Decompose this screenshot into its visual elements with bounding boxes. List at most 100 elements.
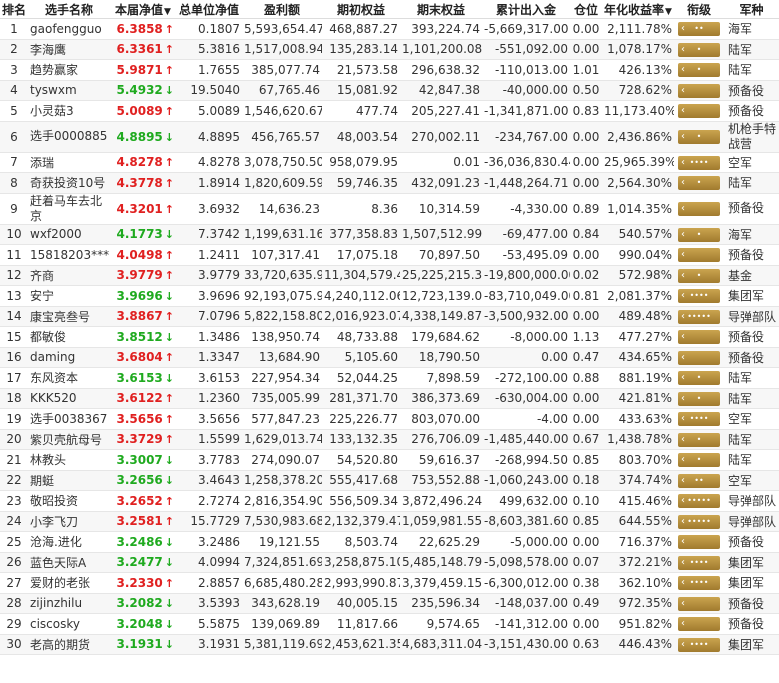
player-name-link[interactable]: 趋势赢家: [28, 59, 110, 81]
table-row[interactable]: 11 15818203*** 4.0498 ↑ 1.2411 107,317.41 17,0…: [0, 244, 779, 266]
table-row[interactable]: 26 蓝色天际A 3.2477 ↓ 4.0994 7,324,851.69 3,258,87…: [0, 552, 779, 573]
table-row[interactable]: 18 KKK520 3.6122 ↑ 1.2360 735,005.99 281,371.7…: [0, 388, 779, 409]
table-row[interactable]: 30 老高的期货 3.1931 ↓ 3.1931 5,381,119.69 2,453,62…: [0, 634, 779, 655]
table-row[interactable]: 21 林教头 3.3007 ↓ 3.7783 274,090.07 54,520.80 59,…: [0, 449, 779, 471]
player-name-link[interactable]: 选手0000885: [28, 121, 110, 153]
table-row[interactable]: 29 ciscosky 3.2048 ↓ 5.5875 139,069.89 11,817.…: [0, 613, 779, 635]
header-total-nav[interactable]: 总单位净值: [176, 0, 242, 19]
annual-return-cell: 25,965.39%: [602, 152, 674, 173]
player-name-link[interactable]: 15818203***: [28, 244, 110, 266]
table-row[interactable]: 24 小李飞刀 3.2581 ↑ 15.7729 7,530,983.68 2,132,37…: [0, 511, 779, 532]
player-name-link[interactable]: 康宝亮叁号: [28, 306, 110, 327]
table-row[interactable]: 19 选手0038367 3.5656 ↑ 3.5656 577,847.23 225,22…: [0, 408, 779, 430]
player-name-link[interactable]: 李海鹰: [28, 39, 110, 60]
nav-cell: 3.2330 ↑: [110, 572, 176, 594]
header-name[interactable]: 选手名称: [28, 0, 110, 19]
nav-value: 3.2581: [116, 514, 163, 529]
table-row[interactable]: 28 zijinzhilu 3.2082 ↓ 3.5393 343,628.19 40,00…: [0, 593, 779, 614]
player-name-link[interactable]: KKK520: [28, 388, 110, 409]
player-name-link[interactable]: wxf2000: [28, 224, 110, 245]
cum-flow-cell: -272,100.00: [482, 367, 570, 389]
profit-cell: 138,950.74: [242, 326, 322, 348]
total-nav-cell: 3.7783: [176, 449, 242, 471]
rank-badge-icon: [678, 83, 720, 98]
player-name-link[interactable]: 小李飞刀: [28, 511, 110, 532]
nav-cell: 3.3729 ↑: [110, 429, 176, 450]
rank-cell: 5: [0, 100, 28, 122]
player-name-link[interactable]: 小灵菇3: [28, 100, 110, 122]
profit-cell: 14,636.23: [242, 193, 322, 225]
profit-cell: 3,078,750.50: [242, 152, 322, 173]
table-row[interactable]: 7 添瑞 4.8278 ↑ 4.8278 3,078,750.50 958,079.95 0.…: [0, 152, 779, 173]
table-row[interactable]: 17 东风资本 3.6153 ↓ 3.6153 227,954.34 52,044.25 7,…: [0, 367, 779, 389]
table-row[interactable]: 23 敬昭投资 3.2652 ↑ 2.7274 2,816,354.90 556,509.3…: [0, 490, 779, 512]
player-name-link[interactable]: 东风资本: [28, 367, 110, 389]
rank-badge-cell: •••••: [674, 511, 724, 532]
position-cell: 0.00: [570, 152, 602, 173]
player-name-link[interactable]: 安宁: [28, 285, 110, 307]
table-row[interactable]: 5 小灵菇3 5.0089 ↑ 5.0089 1,546,620.67 477.74 205,…: [0, 100, 779, 122]
table-row[interactable]: 16 daming 3.6804 ↑ 1.3347 13,684.90 5,105.60 18…: [0, 347, 779, 368]
profit-cell: 227,954.34: [242, 367, 322, 389]
header-start-equity[interactable]: 期初权益: [322, 0, 400, 19]
table-row[interactable]: 1 gaofengguo 6.3858 ↑ 0.1807 5,593,654.47 468,…: [0, 18, 779, 40]
player-name-link[interactable]: ciscosky: [28, 613, 110, 635]
table-row[interactable]: 10 wxf2000 4.1773 ↓ 7.3742 1,199,631.16 377,35…: [0, 224, 779, 245]
table-row[interactable]: 14 康宝亮叁号 3.8867 ↑ 7.0796 5,822,158.80 2,016,92…: [0, 306, 779, 327]
table-row[interactable]: 25 沧海.进化 3.2486 ↓ 3.2486 19,121.55 8,503.74 22,…: [0, 531, 779, 553]
table-row[interactable]: 20 紫贝壳航母号 3.3729 ↑ 1.5599 1,629,013.74 133,132…: [0, 429, 779, 450]
table-row[interactable]: 6 选手0000885 4.8895 ↓ 4.8895 456,765.57 48,003.…: [0, 121, 779, 153]
rank-badge-cell: [674, 593, 724, 614]
rank-cell: 22: [0, 470, 28, 491]
player-name-link[interactable]: 选手0038367: [28, 408, 110, 430]
header-nav[interactable]: 本届净值▼: [110, 0, 176, 19]
player-name-link[interactable]: 期蜓: [28, 470, 110, 491]
player-name-link[interactable]: 老高的期货: [28, 634, 110, 655]
annual-return-cell: 1,438.78%: [602, 429, 674, 450]
header-position[interactable]: 仓位: [570, 0, 602, 19]
cum-flow-cell: -1,060,243.00: [482, 470, 570, 491]
total-nav-cell: 1.8914: [176, 172, 242, 194]
table-row[interactable]: 12齐商3.9779↑3.977933,720,635.9411,304,579…: [0, 265, 779, 286]
annual-return-cell: 446.43%: [602, 634, 674, 655]
player-name-link[interactable]: 敬昭投资: [28, 490, 110, 512]
player-name-link[interactable]: gaofengguo: [28, 18, 110, 40]
profit-cell: 13,684.90: [242, 347, 322, 368]
player-name-link[interactable]: 添瑞: [28, 152, 110, 173]
table-row[interactable]: 3 趋势赢家 5.9871 ↑ 1.7655 385,077.74 21,573.58 296…: [0, 59, 779, 81]
position-cell: 0.81: [570, 285, 602, 307]
table-row[interactable]: 22 期蜓 3.2656 ↓ 3.4643 1,258,378.20 555,417.68 7…: [0, 470, 779, 491]
player-name-link[interactable]: 赶着马车去北京: [28, 193, 110, 225]
table-row[interactable]: 9 赶着马车去北京 4.3201 ↑ 3.6932 14,636.23 8.36 10,314…: [0, 193, 779, 225]
table-row[interactable]: 27 爱财的老张 3.2330 ↑ 2.8857 6,685,480.28 2,993,99…: [0, 572, 779, 594]
header-cum-flow[interactable]: 累计出入金: [482, 0, 570, 19]
rank-badge-cell: ••••: [674, 408, 724, 430]
player-name-link[interactable]: zijinzhilu: [28, 593, 110, 614]
end-equity-cell: 9,574.65: [400, 613, 482, 635]
header-annual[interactable]: 年化收益率▼: [602, 0, 674, 19]
table-row[interactable]: 2 李海鹰 6.3361 ↑ 5.3816 1,517,008.94 135,283.14 1…: [0, 39, 779, 60]
table-row[interactable]: 4 tyswxm 5.4932 ↓ 19.5040 67,765.46 15,081.92 4…: [0, 80, 779, 101]
arrow-up-icon: ↑: [164, 43, 174, 57]
player-name-link[interactable]: 齐商: [28, 265, 110, 286]
header-profit[interactable]: 盈利额: [242, 0, 322, 19]
cum-flow-cell: 499,632.00: [482, 490, 570, 512]
header-rank[interactable]: 排名: [0, 0, 28, 19]
player-name-link[interactable]: 都敏俊: [28, 326, 110, 348]
end-equity-cell: 1,059,981.55: [400, 511, 482, 532]
table-row[interactable]: 13安宁3.9696↓3.969692,193,075.994,240,112.…: [0, 285, 779, 307]
start-equity-cell: 48,003.54: [322, 121, 400, 153]
player-name-link[interactable]: 爱财的老张: [28, 572, 110, 594]
header-end-equity[interactable]: 期末权益: [400, 0, 482, 19]
player-name-link[interactable]: 沧海.进化: [28, 531, 110, 553]
player-name-link[interactable]: tyswxm: [28, 80, 110, 101]
rank-badge-icon: ••••: [678, 555, 720, 570]
player-name-link[interactable]: 蓝色天际A: [28, 552, 110, 573]
table-row[interactable]: 8 奇获投资10号 4.3778 ↑ 1.8914 1,820,609.59 59,746.…: [0, 172, 779, 194]
player-name-link[interactable]: 林教头: [28, 449, 110, 471]
player-name-link[interactable]: 紫贝壳航母号: [28, 429, 110, 450]
table-row[interactable]: 15 都敏俊 3.8512 ↓ 1.3486 138,950.74 48,733.88 179…: [0, 326, 779, 348]
player-name-link[interactable]: 奇获投资10号: [28, 172, 110, 194]
player-name-link[interactable]: daming: [28, 347, 110, 368]
total-nav-cell: 4.8895: [176, 121, 242, 153]
